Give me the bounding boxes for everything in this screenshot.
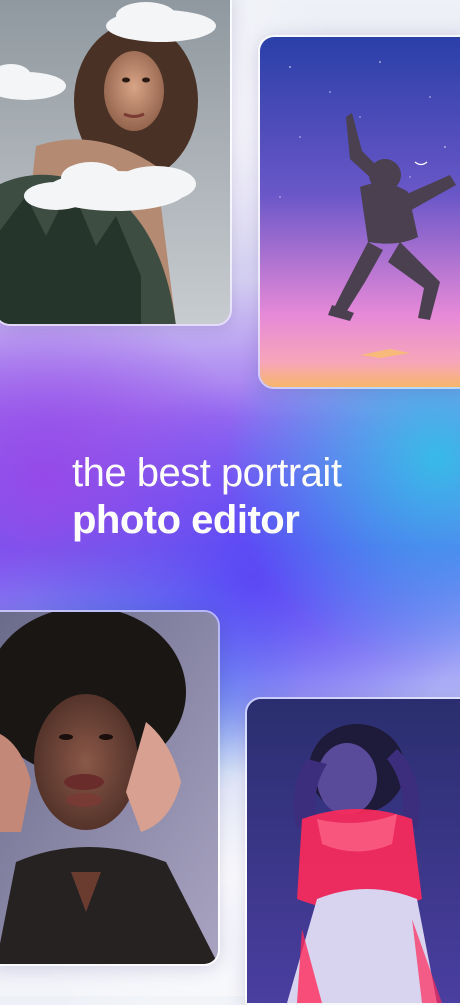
silhouette-jump-image [260,37,460,387]
photo-card-jump [258,35,460,389]
photo-card-neon [245,697,460,1005]
photo-card-clouds [0,0,232,326]
headline-line-1: the best portrait [72,451,342,495]
portrait-motion-blur-image [0,612,218,964]
photo-card-afro [0,610,220,966]
portrait-neon-image [247,699,460,1003]
portrait-clouds-image [0,0,230,324]
headline-line-2: photo editor [72,498,300,542]
headline: the best portrait photo editor [72,450,342,544]
